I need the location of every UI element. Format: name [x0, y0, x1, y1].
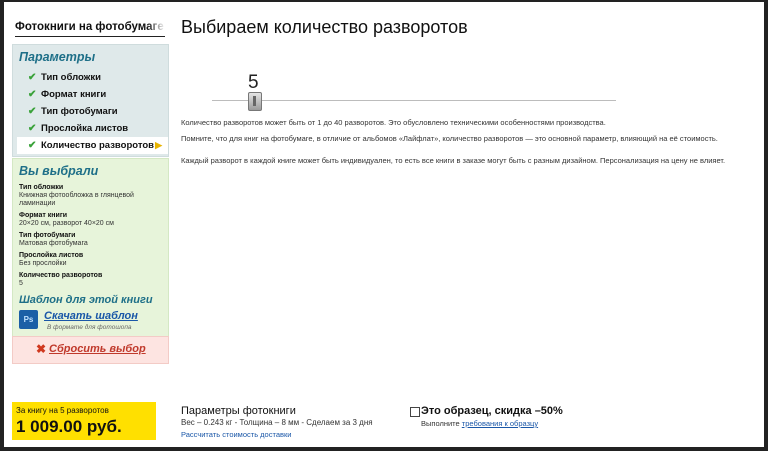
template-title: Шаблон для этой книги — [19, 294, 153, 306]
delivery-cost-link[interactable]: Рассчитать стоимость доставки — [181, 430, 291, 439]
window-bottom-border — [0, 447, 768, 451]
arrow-right-icon: ▶ — [155, 140, 162, 150]
footer-params-line: Вес – 0.243 кг - Толщина – 8 мм - Сделае… — [181, 418, 373, 427]
params-panel: Параметры ✔ Тип обложки ✔ Формат книги ✔… — [12, 44, 169, 157]
brand-title-text: Фотокниги на фотобумаге — [15, 21, 164, 33]
window-right-border — [764, 0, 768, 451]
param-label: Количество разворотов — [41, 140, 154, 151]
reset-label: Сбросить выбор — [49, 343, 146, 355]
chosen-item: Количество разворотов 5 — [19, 272, 168, 288]
chosen-value: 5 — [19, 280, 23, 287]
chosen-item: Тип обложки Книжная фотообложка в глянце… — [19, 184, 168, 208]
params-list: ✔ Тип обложки ✔ Формат книги ✔ Тип фотоб… — [13, 69, 168, 154]
close-icon: ✖ — [36, 342, 47, 356]
info-text-3: Каждый разворот в каждой книге может быт… — [181, 156, 726, 165]
reset-button[interactable]: ✖ Сбросить выбор — [12, 336, 169, 364]
template-format-note: В формате для фотошопа — [47, 324, 132, 331]
chosen-item: Прослойка листов Без прослойки — [19, 252, 168, 268]
sample-requirements-link[interactable]: требования к образцу — [462, 419, 538, 428]
chosen-value: Матовая фотобумага — [19, 240, 88, 247]
param-book-format[interactable]: ✔ Формат книги — [13, 86, 168, 103]
checkmark-icon: ✔ — [28, 72, 37, 83]
brand-title[interactable]: Фотокниги на фотобумаге — [15, 21, 165, 37]
param-label: Формат книги — [41, 89, 107, 100]
checkmark-icon: ✔ — [28, 140, 37, 151]
param-spread-count[interactable]: ✔ Количество разворотов ▶ — [17, 137, 168, 154]
page-title: Выбираем количество разворотов — [181, 17, 468, 37]
chosen-key: Количество разворотов — [19, 272, 103, 279]
footer-params-title: Параметры фотокниги — [181, 405, 296, 417]
checkmark-icon: ✔ — [28, 89, 37, 100]
param-interlayer[interactable]: ✔ Прослойка листов — [13, 120, 168, 137]
sample-requirements: Выполните требования к образцу — [421, 419, 538, 428]
chosen-value: Без прослойки — [19, 260, 67, 267]
chosen-item: Тип фотобумаги Матовая фотобумага — [19, 232, 168, 248]
info-text-1: Количество разворотов может быть от 1 до… — [181, 118, 606, 127]
checkmark-icon: ✔ — [28, 123, 37, 134]
chosen-key: Тип фотобумаги — [19, 232, 76, 239]
checkmark-icon: ✔ — [28, 106, 37, 117]
chosen-value: 20×20 см, разворот 40×20 см — [19, 220, 114, 227]
chosen-value: Книжная фотообложка в глянцевой ламинаци… — [19, 192, 134, 207]
price-box: За книгу на 5 разворотов 1 009.00 руб. — [12, 402, 156, 440]
slider-value: 5 — [248, 72, 259, 93]
param-label: Тип фотобумаги — [41, 106, 118, 117]
param-label: Прослойка листов — [41, 123, 129, 134]
template-download[interactable]: Ps Скачать шаблон В формате для фотошопа — [19, 310, 168, 334]
sample-checkbox[interactable] — [410, 407, 420, 417]
sample-req-prefix: Выполните — [421, 419, 460, 428]
chosen-key: Формат книги — [19, 212, 68, 219]
param-paper-type[interactable]: ✔ Тип фотобумаги — [13, 103, 168, 120]
spread-slider-handle[interactable] — [248, 92, 262, 111]
brand-fade — [147, 21, 165, 36]
chosen-item: Формат книги 20×20 см, разворот 40×20 см — [19, 212, 168, 228]
price-value: 1 009.00 руб. — [16, 417, 122, 436]
params-title: Параметры — [19, 50, 96, 64]
photoshop-icon: Ps — [19, 310, 38, 329]
window-left-border — [0, 0, 4, 451]
spread-slider-track[interactable] — [212, 100, 616, 101]
chosen-title: Вы выбрали — [19, 164, 99, 178]
price-label: За книгу на 5 разворотов — [16, 406, 109, 415]
info-text-2: Помните, что для книг на фотобумаге, в о… — [181, 134, 718, 143]
chosen-panel: Вы выбрали Тип обложки Книжная фотооблож… — [12, 158, 169, 337]
chosen-key: Прослойка листов — [19, 252, 84, 259]
chosen-key: Тип обложки — [19, 184, 64, 191]
param-label: Тип обложки — [41, 72, 102, 83]
sample-title: Это образец, скидка –50% — [421, 405, 563, 417]
param-cover-type[interactable]: ✔ Тип обложки — [13, 69, 168, 86]
window-top-border — [0, 0, 768, 2]
download-template-link[interactable]: Скачать шаблон — [44, 310, 138, 322]
